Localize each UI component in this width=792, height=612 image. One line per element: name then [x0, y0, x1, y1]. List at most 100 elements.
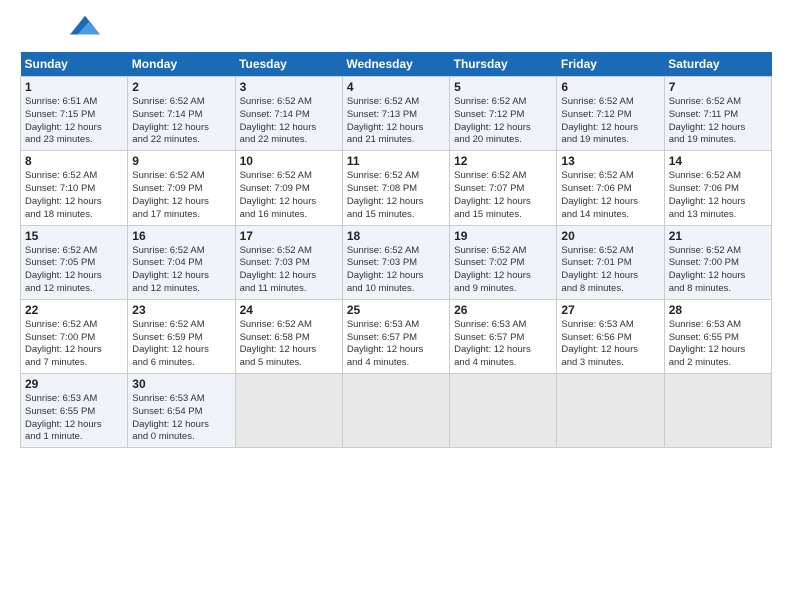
- weekday-header-monday: Monday: [128, 52, 235, 77]
- calendar-cell: 17 Sunrise: 6:52 AM Sunset: 7:03 PM Dayli…: [235, 225, 342, 299]
- day-number: 12: [454, 154, 552, 168]
- page: SundayMondayTuesdayWednesdayThursdayFrid…: [0, 0, 792, 612]
- header: [20, 15, 772, 42]
- day-info: Sunrise: 6:52 AM Sunset: 7:14 PM Dayligh…: [132, 96, 230, 147]
- calendar-cell: 11 Sunrise: 6:52 AM Sunset: 7:08 PM Dayli…: [342, 151, 449, 225]
- weekday-header-tuesday: Tuesday: [235, 52, 342, 77]
- calendar-cell: [342, 374, 449, 448]
- calendar-week-4: 22 Sunrise: 6:52 AM Sunset: 7:00 PM Dayli…: [21, 299, 772, 373]
- day-info: Sunrise: 6:52 AM Sunset: 7:06 PM Dayligh…: [669, 170, 767, 221]
- day-number: 7: [669, 80, 767, 94]
- day-info: Sunrise: 6:52 AM Sunset: 7:03 PM Dayligh…: [240, 245, 338, 296]
- calendar-cell: 25 Sunrise: 6:53 AM Sunset: 6:57 PM Dayli…: [342, 299, 449, 373]
- weekday-header-wednesday: Wednesday: [342, 52, 449, 77]
- calendar-week-1: 1Sunrise: 6:51 AM Sunset: 7:15 PM Daylig…: [21, 77, 772, 151]
- day-info: Sunrise: 6:52 AM Sunset: 7:14 PM Dayligh…: [240, 96, 338, 147]
- calendar-cell: 21 Sunrise: 6:52 AM Sunset: 7:00 PM Dayli…: [664, 225, 771, 299]
- calendar-cell: 8Sunrise: 6:52 AM Sunset: 7:10 PM Daylig…: [21, 151, 128, 225]
- weekday-row: SundayMondayTuesdayWednesdayThursdayFrid…: [21, 52, 772, 77]
- calendar-cell: 10 Sunrise: 6:52 AM Sunset: 7:09 PM Dayli…: [235, 151, 342, 225]
- day-info: Sunrise: 6:53 AM Sunset: 6:55 PM Dayligh…: [25, 393, 123, 444]
- calendar-cell: 5 Sunrise: 6:52 AM Sunset: 7:12 PM Daylig…: [450, 77, 557, 151]
- weekday-header-friday: Friday: [557, 52, 664, 77]
- day-info: Sunrise: 6:53 AM Sunset: 6:55 PM Dayligh…: [669, 319, 767, 370]
- calendar-cell: 1Sunrise: 6:51 AM Sunset: 7:15 PM Daylig…: [21, 77, 128, 151]
- calendar-cell: [235, 374, 342, 448]
- day-number: 19: [454, 229, 552, 243]
- day-number: 30: [132, 377, 230, 391]
- day-info: Sunrise: 6:52 AM Sunset: 7:00 PM Dayligh…: [25, 319, 123, 370]
- day-info: Sunrise: 6:52 AM Sunset: 7:13 PM Dayligh…: [347, 96, 445, 147]
- calendar-table: SundayMondayTuesdayWednesdayThursdayFrid…: [20, 52, 772, 448]
- day-info: Sunrise: 6:52 AM Sunset: 7:12 PM Dayligh…: [561, 96, 659, 147]
- day-number: 2: [132, 80, 230, 94]
- day-info: Sunrise: 6:52 AM Sunset: 7:05 PM Dayligh…: [25, 245, 123, 296]
- calendar-cell: 3 Sunrise: 6:52 AM Sunset: 7:14 PM Daylig…: [235, 77, 342, 151]
- calendar-cell: 13 Sunrise: 6:52 AM Sunset: 7:06 PM Dayli…: [557, 151, 664, 225]
- weekday-header-thursday: Thursday: [450, 52, 557, 77]
- weekday-header-sunday: Sunday: [21, 52, 128, 77]
- day-number: 26: [454, 303, 552, 317]
- day-number: 21: [669, 229, 767, 243]
- calendar-cell: 26Sunrise: 6:53 AM Sunset: 6:57 PM Dayli…: [450, 299, 557, 373]
- calendar-week-3: 15 Sunrise: 6:52 AM Sunset: 7:05 PM Dayli…: [21, 225, 772, 299]
- calendar-cell: 15 Sunrise: 6:52 AM Sunset: 7:05 PM Dayli…: [21, 225, 128, 299]
- calendar-cell: [557, 374, 664, 448]
- day-number: 9: [132, 154, 230, 168]
- day-info: Sunrise: 6:52 AM Sunset: 6:59 PM Dayligh…: [132, 319, 230, 370]
- day-number: 24: [240, 303, 338, 317]
- day-info: Sunrise: 6:52 AM Sunset: 7:10 PM Dayligh…: [25, 170, 123, 221]
- day-number: 13: [561, 154, 659, 168]
- calendar-cell: 27Sunrise: 6:53 AM Sunset: 6:56 PM Dayli…: [557, 299, 664, 373]
- day-number: 20: [561, 229, 659, 243]
- day-number: 22: [25, 303, 123, 317]
- day-number: 10: [240, 154, 338, 168]
- day-number: 25: [347, 303, 445, 317]
- day-number: 14: [669, 154, 767, 168]
- day-number: 15: [25, 229, 123, 243]
- day-info: Sunrise: 6:52 AM Sunset: 7:06 PM Dayligh…: [561, 170, 659, 221]
- logo-icon: [70, 12, 100, 42]
- day-number: 17: [240, 229, 338, 243]
- calendar-cell: 9 Sunrise: 6:52 AM Sunset: 7:09 PM Daylig…: [128, 151, 235, 225]
- calendar-cell: 4Sunrise: 6:52 AM Sunset: 7:13 PM Daylig…: [342, 77, 449, 151]
- weekday-header-saturday: Saturday: [664, 52, 771, 77]
- calendar-cell: 29Sunrise: 6:53 AM Sunset: 6:55 PM Dayli…: [21, 374, 128, 448]
- day-number: 18: [347, 229, 445, 243]
- calendar-cell: 22 Sunrise: 6:52 AM Sunset: 7:00 PM Dayli…: [21, 299, 128, 373]
- calendar-cell: [450, 374, 557, 448]
- calendar-week-5: 29Sunrise: 6:53 AM Sunset: 6:55 PM Dayli…: [21, 374, 772, 448]
- calendar-cell: 28 Sunrise: 6:53 AM Sunset: 6:55 PM Dayli…: [664, 299, 771, 373]
- day-number: 3: [240, 80, 338, 94]
- calendar-cell: 18 Sunrise: 6:52 AM Sunset: 7:03 PM Dayli…: [342, 225, 449, 299]
- day-info: Sunrise: 6:52 AM Sunset: 6:58 PM Dayligh…: [240, 319, 338, 370]
- calendar-header: SundayMondayTuesdayWednesdayThursdayFrid…: [21, 52, 772, 77]
- calendar-cell: 14 Sunrise: 6:52 AM Sunset: 7:06 PM Dayli…: [664, 151, 771, 225]
- day-info: Sunrise: 6:52 AM Sunset: 7:01 PM Dayligh…: [561, 245, 659, 296]
- day-number: 16: [132, 229, 230, 243]
- day-info: Sunrise: 6:52 AM Sunset: 7:00 PM Dayligh…: [669, 245, 767, 296]
- day-info: Sunrise: 6:52 AM Sunset: 7:12 PM Dayligh…: [454, 96, 552, 147]
- day-number: 6: [561, 80, 659, 94]
- day-info: Sunrise: 6:52 AM Sunset: 7:09 PM Dayligh…: [132, 170, 230, 221]
- day-info: Sunrise: 6:52 AM Sunset: 7:08 PM Dayligh…: [347, 170, 445, 221]
- calendar-cell: 7Sunrise: 6:52 AM Sunset: 7:11 PM Daylig…: [664, 77, 771, 151]
- day-info: Sunrise: 6:53 AM Sunset: 6:57 PM Dayligh…: [347, 319, 445, 370]
- day-number: 11: [347, 154, 445, 168]
- calendar-cell: 2 Sunrise: 6:52 AM Sunset: 7:14 PM Daylig…: [128, 77, 235, 151]
- calendar-cell: 24 Sunrise: 6:52 AM Sunset: 6:58 PM Dayli…: [235, 299, 342, 373]
- day-info: Sunrise: 6:52 AM Sunset: 7:07 PM Dayligh…: [454, 170, 552, 221]
- calendar-week-2: 8Sunrise: 6:52 AM Sunset: 7:10 PM Daylig…: [21, 151, 772, 225]
- day-info: Sunrise: 6:51 AM Sunset: 7:15 PM Dayligh…: [25, 96, 123, 147]
- calendar-cell: 19 Sunrise: 6:52 AM Sunset: 7:02 PM Dayli…: [450, 225, 557, 299]
- day-number: 28: [669, 303, 767, 317]
- day-info: Sunrise: 6:52 AM Sunset: 7:02 PM Dayligh…: [454, 245, 552, 296]
- calendar-cell: 23 Sunrise: 6:52 AM Sunset: 6:59 PM Dayli…: [128, 299, 235, 373]
- day-number: 5: [454, 80, 552, 94]
- calendar-cell: 30Sunrise: 6:53 AM Sunset: 6:54 PM Dayli…: [128, 374, 235, 448]
- day-number: 23: [132, 303, 230, 317]
- calendar-cell: 12 Sunrise: 6:52 AM Sunset: 7:07 PM Dayli…: [450, 151, 557, 225]
- day-info: Sunrise: 6:52 AM Sunset: 7:09 PM Dayligh…: [240, 170, 338, 221]
- day-info: Sunrise: 6:53 AM Sunset: 6:56 PM Dayligh…: [561, 319, 659, 370]
- day-info: Sunrise: 6:52 AM Sunset: 7:03 PM Dayligh…: [347, 245, 445, 296]
